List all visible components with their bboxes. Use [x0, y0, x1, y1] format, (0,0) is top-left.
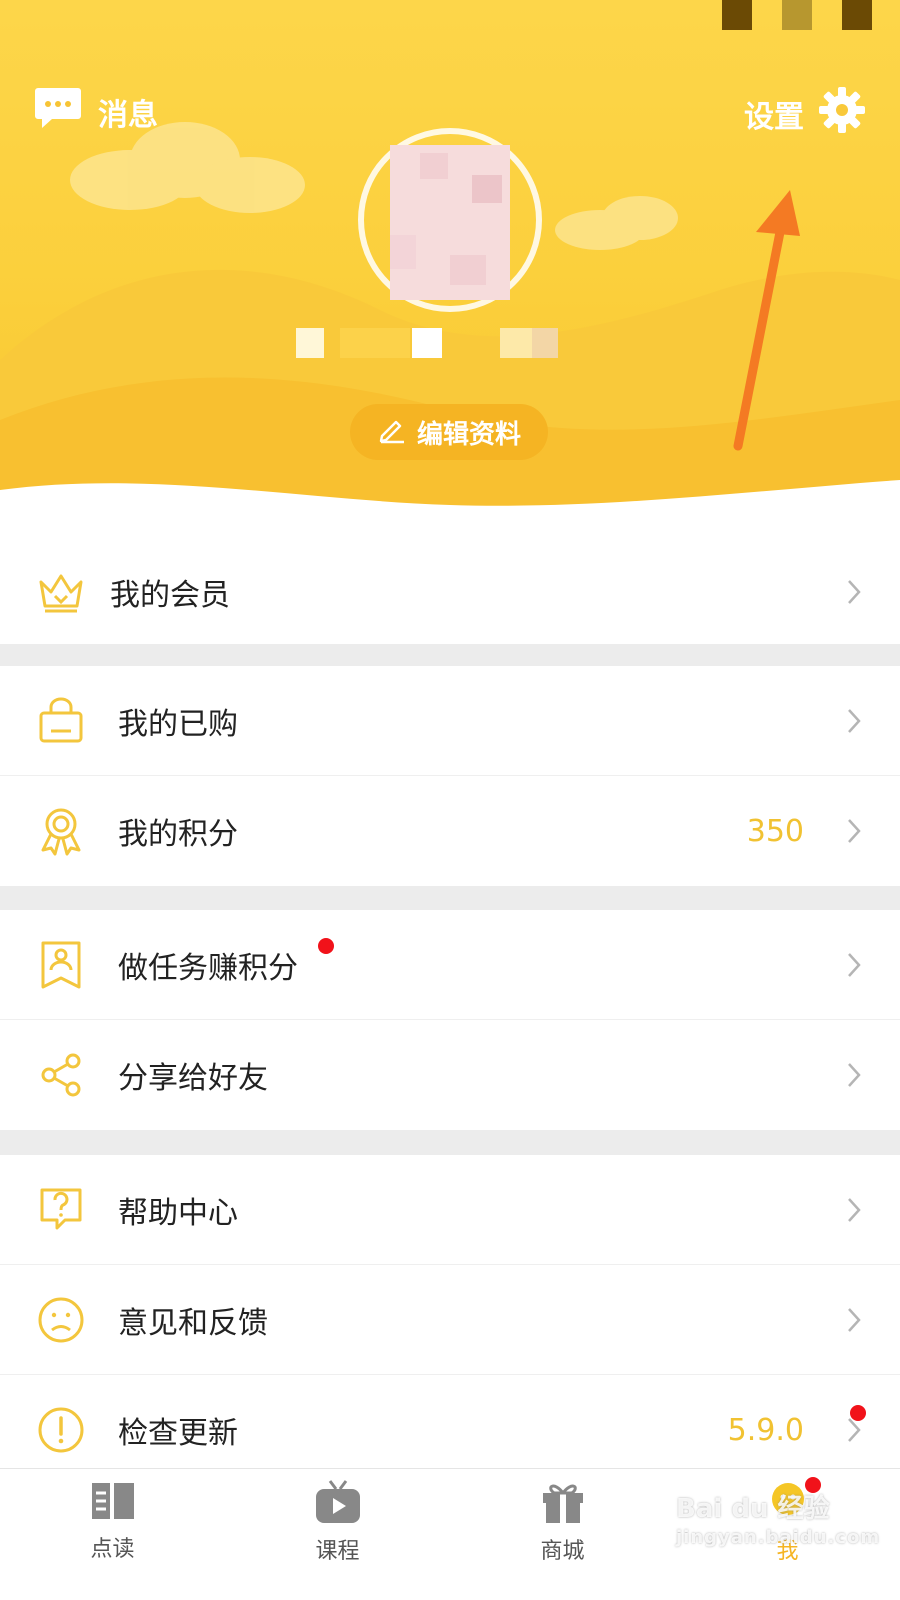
menu-item-purchased[interactable]: 我的已购 [0, 666, 900, 776]
help-question-icon [36, 1185, 86, 1235]
chevron-right-icon [848, 952, 861, 977]
tab-read[interactable]: 点读 [0, 1469, 225, 1600]
profile-header: 消息 设置 编辑资料 [0, 0, 900, 540]
tab-label: 点读 [90, 1537, 135, 1562]
menu-item-points[interactable]: 我的积分 350 [0, 776, 900, 886]
notification-dot [318, 938, 334, 954]
chevron-right-icon [848, 1418, 861, 1442]
task-badge-icon [36, 940, 86, 990]
gift-icon [540, 1479, 586, 1529]
share-icon [36, 1050, 86, 1100]
chevron-right-icon [848, 819, 861, 843]
menu-item-label: 意见和反馈 [118, 1305, 268, 1341]
messages-label: 消息 [98, 98, 158, 133]
chevron-right-icon [848, 1063, 861, 1087]
tab-label: 商城 [540, 1539, 585, 1564]
tab-courses[interactable]: 课程 [225, 1469, 450, 1600]
points-value: 350 [746, 813, 804, 849]
tv-play-icon [314, 1479, 362, 1529]
menu-item-label: 检查更新 [118, 1416, 238, 1451]
status-bar-mosaic [722, 0, 872, 30]
username-pixelated [296, 328, 576, 362]
menu-item-membership[interactable]: 我的会员 [0, 540, 900, 644]
menu-item-label: 我的已购 [118, 706, 238, 742]
gear-icon [818, 86, 866, 142]
chevron-right-icon [848, 708, 861, 733]
book-icon [90, 1479, 136, 1527]
menu-group-rewards: 做任务赚积分 分享给好友 [0, 910, 900, 1130]
shopping-bag-icon [36, 696, 86, 746]
menu-item-share[interactable]: 分享给好友 [0, 1020, 900, 1130]
sad-face-icon [36, 1295, 86, 1345]
exclamation-icon [36, 1405, 86, 1455]
chat-bubble-icon [34, 86, 82, 138]
menu-item-label: 我的会员 [110, 578, 230, 613]
profile-screen: 消息 设置 编辑资料 我的会员 我的已购 我的积分 350 做任务赚积分 分享给… [0, 0, 900, 1600]
messages-button[interactable]: 消息 [34, 86, 158, 138]
menu-group-membership: 我的会员 [0, 540, 900, 644]
settings-button[interactable]: 设置 [744, 86, 866, 142]
menu-item-label: 我的积分 [118, 817, 238, 852]
menu-group-support: 帮助中心 意见和反馈 检查更新 5.9.0 [0, 1155, 900, 1485]
award-ribbon-icon [36, 806, 86, 856]
crown-icon [36, 567, 86, 617]
version-value: 5.9.0 [727, 1412, 804, 1448]
watermark-line1: Bai du 经验 [676, 1494, 830, 1524]
pencil-icon [377, 414, 407, 451]
menu-item-label: 做任务赚积分 [118, 950, 298, 986]
watermark-line2: jingyan.baidu.com [676, 1527, 881, 1548]
edit-profile-button[interactable]: 编辑资料 [350, 404, 548, 460]
avatar[interactable] [390, 145, 510, 300]
menu-item-help[interactable]: 帮助中心 [0, 1155, 900, 1265]
menu-item-feedback[interactable]: 意见和反馈 [0, 1265, 900, 1375]
menu-item-label: 帮助中心 [118, 1195, 238, 1231]
menu-item-tasks[interactable]: 做任务赚积分 [0, 910, 900, 1020]
edit-profile-label: 编辑资料 [416, 419, 521, 450]
tab-store[interactable]: 商城 [450, 1469, 675, 1600]
settings-label: 设置 [744, 100, 804, 135]
menu-item-label: 分享给好友 [118, 1061, 268, 1096]
chevron-right-icon [848, 1197, 861, 1222]
chevron-right-icon [848, 1307, 861, 1332]
menu-group-purchases: 我的已购 我的积分 350 [0, 666, 900, 886]
watermark: Bai du 经验 jingyan.baidu.com [676, 1488, 881, 1568]
tab-label: 课程 [315, 1539, 360, 1564]
chevron-right-icon [848, 580, 861, 604]
